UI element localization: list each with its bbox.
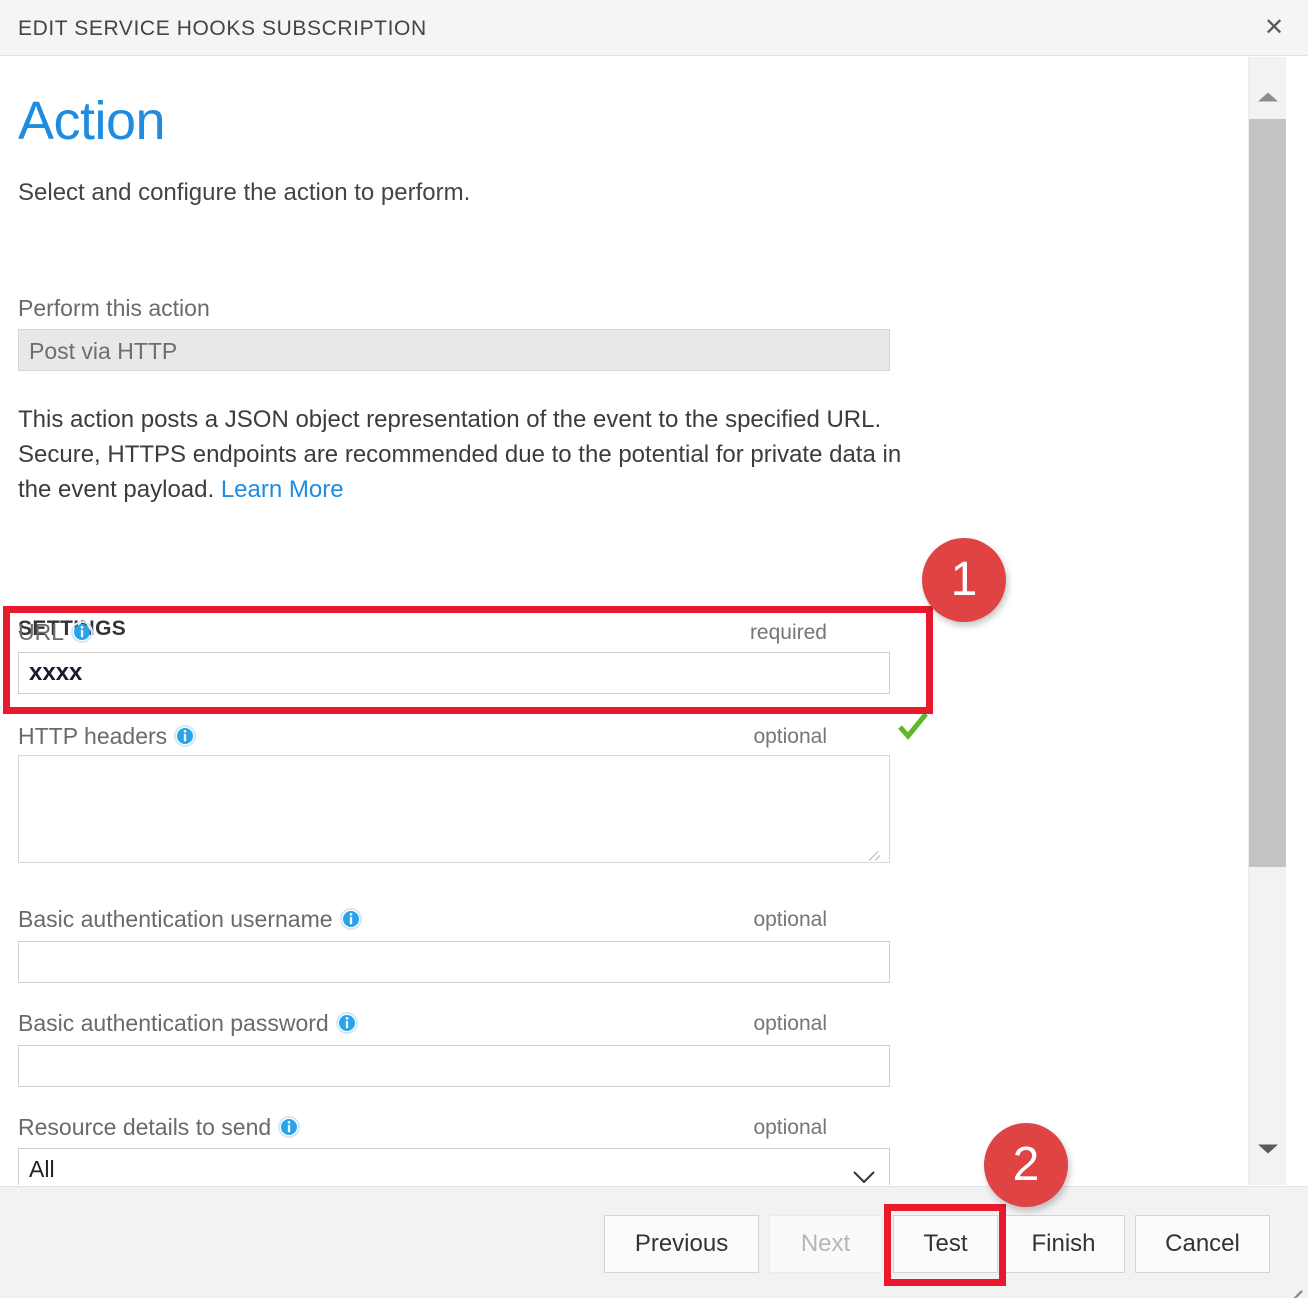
basic-auth-username-input[interactable]	[18, 941, 890, 983]
http-headers-label: HTTP headers	[18, 723, 195, 750]
resource-details-label: Resource details to send	[18, 1114, 299, 1141]
basic-auth-username-requirement: optional	[753, 908, 827, 932]
action-description: This action posts a JSON object represen…	[18, 402, 908, 507]
resource-details-label-text: Resource details to send	[18, 1114, 271, 1140]
info-icon[interactable]	[340, 908, 361, 929]
annotation-badge-1: 1	[922, 538, 1006, 622]
dialog-titlebar: EDIT SERVICE HOOKS SUBSCRIPTION ✕	[0, 0, 1308, 56]
resource-details-value: All	[29, 1156, 55, 1182]
scroll-down-arrow-icon	[1258, 1145, 1278, 1154]
dialog-title: EDIT SERVICE HOOKS SUBSCRIPTION	[18, 17, 427, 41]
action-description-text: This action posts a JSON object represen…	[18, 406, 901, 503]
perform-this-action-value: Post via HTTP	[18, 329, 890, 371]
content-scrollbar[interactable]	[1248, 57, 1286, 1185]
annotation-highlight-url-field	[3, 606, 933, 714]
previous-button[interactable]: Previous	[604, 1215, 759, 1273]
resource-details-select[interactable]: All	[18, 1148, 890, 1185]
http-headers-requirement: optional	[753, 725, 827, 749]
http-headers-textarea[interactable]	[18, 755, 890, 863]
scroll-up-arrow-icon	[1258, 93, 1278, 102]
basic-auth-password-label-text: Basic authentication password	[18, 1010, 329, 1036]
next-button: Next	[769, 1215, 882, 1273]
green-check-icon	[896, 709, 930, 743]
info-icon[interactable]	[336, 1012, 357, 1033]
scroll-down-button[interactable]	[1249, 1127, 1286, 1171]
close-icon[interactable]: ✕	[1256, 12, 1292, 44]
edit-service-hooks-subscription-dialog: EDIT SERVICE HOOKS SUBSCRIPTION ✕ Action…	[0, 0, 1308, 1298]
resource-details-requirement: optional	[753, 1116, 827, 1140]
basic-auth-password-label: Basic authentication password	[18, 1010, 357, 1037]
scroll-up-button[interactable]	[1249, 75, 1286, 119]
basic-auth-password-input[interactable]	[18, 1045, 890, 1087]
scrollbar-thumb[interactable]	[1249, 119, 1286, 867]
page-title: Action	[18, 91, 165, 151]
finish-button[interactable]: Finish	[1002, 1215, 1125, 1273]
learn-more-link[interactable]: Learn More	[221, 476, 344, 503]
chevron-down-icon	[853, 1161, 875, 1175]
perform-this-action-label: Perform this action	[18, 295, 210, 322]
info-icon[interactable]	[174, 725, 195, 746]
basic-auth-username-label: Basic authentication username	[18, 906, 361, 933]
cancel-button[interactable]: Cancel	[1135, 1215, 1270, 1273]
annotation-badge-2: 2	[984, 1123, 1068, 1207]
annotation-highlight-test-button	[884, 1204, 1006, 1286]
basic-auth-password-requirement: optional	[753, 1012, 827, 1036]
http-headers-label-text: HTTP headers	[18, 723, 167, 749]
info-icon[interactable]	[278, 1116, 299, 1137]
basic-auth-username-label-text: Basic authentication username	[18, 906, 333, 932]
window-resize-grip[interactable]	[1280, 1270, 1302, 1292]
page-subtitle: Select and configure the action to perfo…	[18, 179, 470, 207]
